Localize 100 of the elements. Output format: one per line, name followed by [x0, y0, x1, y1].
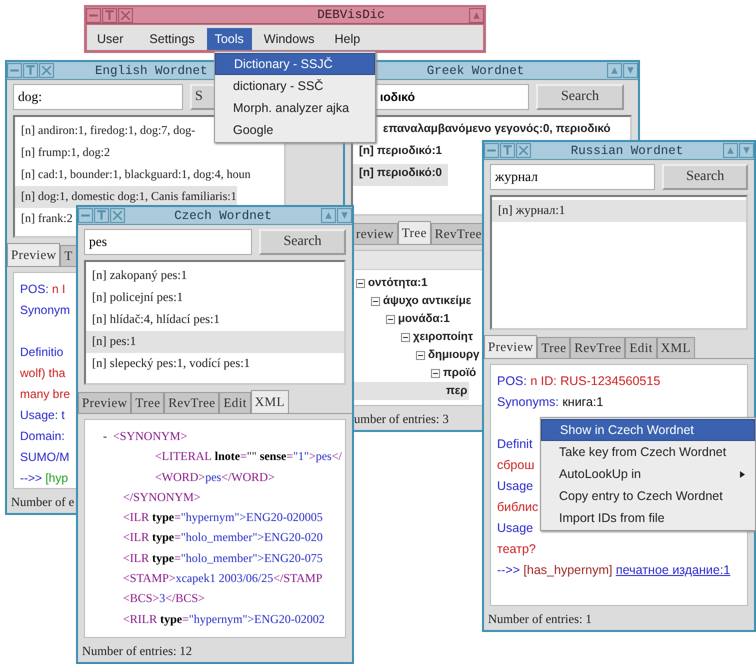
entry-row[interactable]: [n] dog:1, domestic dog:1, Canis familiaris:1 [15, 186, 237, 208]
window-title: Russian Wordnet [570, 144, 684, 158]
preview-line: POS: n ID: RUS-1234560515 [497, 373, 660, 390]
tree-item[interactable]: περ [352, 382, 470, 400]
tree-item[interactable]: οντότητα:1 [352, 274, 430, 292]
menu-item[interactable]: Import IDs from file [541, 507, 755, 529]
tab[interactable]: Edit [219, 392, 251, 413]
menu-item[interactable]: Help [326, 28, 368, 50]
menu-item[interactable]: Copy entry to Czech Wordnet [541, 485, 755, 507]
tree-item[interactable]: άψυχο αντικείμε [352, 292, 474, 310]
preview-line: Synonym [20, 302, 70, 319]
preview-line: Domain: [20, 428, 65, 445]
menu-item[interactable]: Tools [206, 28, 252, 50]
xml-line: <WORD>pes</WORD> [155, 468, 275, 486]
expander-icon[interactable] [401, 332, 410, 342]
tab[interactable]: Edit [625, 337, 657, 358]
search-button[interactable]: Search [259, 229, 346, 255]
expander-icon[interactable] [416, 350, 425, 360]
expander-icon[interactable] [386, 314, 395, 324]
tree-item-text: προϊό [443, 367, 476, 379]
tree-item-text: χειροποίητ [413, 331, 473, 343]
menu-item[interactable]: Google [215, 119, 375, 141]
entry-row[interactable]: [n] policejní pes:1 [86, 287, 344, 309]
tab[interactable]: RevTree [570, 337, 626, 358]
tab[interactable]: Preview [7, 243, 60, 266]
t-bar-icon[interactable] [23, 63, 38, 78]
expander-icon[interactable] [431, 368, 440, 378]
tree-item-text: άψυχο αντικείμε [383, 295, 472, 307]
tab[interactable]: Preview [484, 335, 538, 358]
tab[interactable]: Preview [78, 392, 132, 413]
status-text: umber of entries: 3 [354, 412, 449, 426]
tab[interactable]: Tree [131, 392, 164, 413]
menu-item[interactable]: Take key from Czech Wordnet [541, 441, 755, 463]
search-button[interactable]: Search [536, 84, 624, 110]
entry-row[interactable]: [n] pes:1 [86, 331, 344, 353]
menu-item[interactable]: AutoLookUp in [541, 463, 755, 485]
tree-item[interactable]: μονάδα:1 [352, 310, 452, 328]
preview-line: Usage [497, 478, 534, 495]
window-title: Czech Wordnet [174, 208, 272, 222]
entry-row[interactable]: [n] slepecký pes:1, vodící pes:1 [86, 353, 344, 375]
xml-line: <STAMP>xcapek1 2003/06/25</STAMP [123, 570, 322, 588]
entry-row[interactable]: [n] hlídač:4, hlídací pes:1 [86, 309, 344, 331]
tab[interactable]: XML [656, 337, 695, 358]
search-field[interactable]: pes [84, 229, 252, 255]
tab[interactable]: RevTree [164, 392, 220, 413]
close-icon[interactable] [118, 8, 133, 22]
entry-row[interactable]: [n] andiron:1, firedog:1, dog:7, dog- [15, 120, 196, 142]
minimize-icon[interactable] [78, 208, 93, 223]
tree-item[interactable]: προϊό [352, 364, 478, 382]
close-icon[interactable] [516, 143, 531, 158]
tree-item-text: δημιουργ [428, 349, 480, 361]
link[interactable]: печатное издание:1 [616, 563, 730, 577]
tree-item[interactable]: δημιουργ [352, 346, 482, 364]
menu-item[interactable]: Settings [141, 28, 203, 50]
expander-icon[interactable] [356, 278, 365, 288]
preview-line: Usage [497, 520, 534, 537]
xml-line: <BCS>3</BCS> [123, 590, 205, 608]
menu-item[interactable]: Dictionary - SSJČ [215, 53, 375, 75]
close-icon[interactable] [110, 208, 125, 223]
minimize-icon[interactable] [484, 143, 499, 158]
entry-row[interactable]: [n] cad:1, bounder:1, blackguard:1, dog:4, houn [15, 164, 251, 186]
entry-row[interactable]: [n] frump:1, dog:2 [15, 142, 110, 164]
tab[interactable]: XML [250, 390, 289, 413]
window-title: English Wordnet [95, 64, 208, 78]
t-bar-icon[interactable] [102, 8, 117, 22]
search-field[interactable]: dog: [13, 84, 183, 110]
entry-row[interactable]: [n] zakopaný pes:1 [86, 265, 344, 287]
tab[interactable]: T [60, 245, 77, 266]
tree-item-text: οντότητα:1 [368, 277, 428, 289]
entry-row[interactable]: [n] περιοδικό:1 [353, 142, 448, 164]
close-icon[interactable] [39, 63, 54, 78]
menu-item[interactable]: User [89, 28, 132, 50]
preview-line: библис [497, 499, 538, 516]
expander-icon[interactable] [371, 296, 380, 306]
tree-item[interactable]: χειροποίητ [352, 328, 475, 346]
menu-item[interactable]: Windows [256, 28, 322, 50]
entry-row[interactable]: [n] frank:2 [15, 208, 73, 230]
entry-row[interactable]: [n] περιοδικό:0 [353, 164, 448, 186]
minimize-icon[interactable] [86, 8, 101, 22]
tree-item-text: περ [446, 385, 468, 397]
menu-item[interactable]: Show in Czech Wordnet [541, 419, 755, 441]
preview-line: театр? [497, 541, 536, 558]
window-title: DEBVisDic [316, 8, 386, 22]
t-bar-icon[interactable] [500, 143, 515, 158]
tab[interactable]: review [352, 223, 398, 244]
tree-item-text: μονάδα:1 [398, 313, 450, 325]
window-title: Greek Wordnet [426, 64, 524, 78]
xml-line: <ILR type="holo_member">ENG20-075 [123, 550, 323, 567]
t-bar-icon[interactable] [94, 208, 109, 223]
entry-row[interactable]: [n] журнал:1 [492, 200, 746, 222]
search-field[interactable]: журнал [490, 164, 656, 190]
xml-line: <ILR type="holo_member">ENG20-020 [123, 529, 323, 546]
minimize-icon[interactable] [7, 63, 22, 78]
preview-line: Definitio [20, 344, 64, 361]
preview-line: -->> [hyp [20, 470, 68, 487]
status-text: Number of entries: 1 [488, 612, 592, 626]
xml-line: <LITERAL lnote="" sense="1">pes</ [155, 448, 342, 466]
tab[interactable]: Tree [537, 337, 570, 358]
tab[interactable]: Tree [398, 221, 431, 244]
search-button[interactable]: Search [662, 164, 748, 190]
